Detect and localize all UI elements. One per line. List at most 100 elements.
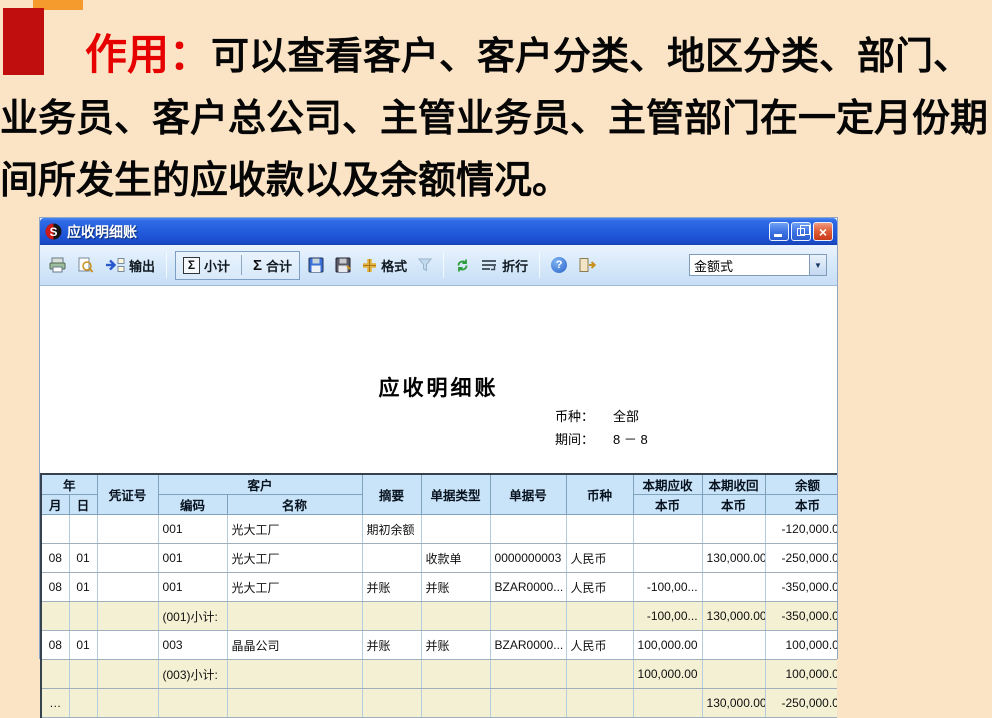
- cell-voucher-no[interactable]: [97, 660, 158, 689]
- table-row[interactable]: 001 光大工厂 期初余额 -120,000.00: [41, 515, 837, 544]
- cell-balance[interactable]: 100,000.00: [765, 631, 837, 660]
- cell-name[interactable]: 光大工厂: [227, 573, 362, 602]
- cell-name[interactable]: 光大工厂: [227, 515, 362, 544]
- cell-code[interactable]: (003)小计:: [158, 660, 227, 689]
- cell-month[interactable]: [41, 660, 69, 689]
- cell-summary[interactable]: 并账: [362, 573, 421, 602]
- minimize-button[interactable]: [769, 222, 789, 241]
- cell-balance[interactable]: -250,000.00: [765, 689, 837, 718]
- cell-received[interactable]: [702, 573, 765, 602]
- cell-day[interactable]: [69, 660, 97, 689]
- cell-summary[interactable]: [362, 689, 421, 718]
- subtotal-button[interactable]: Σ 小计: [180, 254, 233, 277]
- close-button[interactable]: ×: [813, 222, 833, 241]
- view-mode-dropdown[interactable]: 金额式 ▼: [689, 254, 827, 276]
- format-button[interactable]: 格式: [359, 254, 410, 277]
- cell-month[interactable]: 08: [41, 631, 69, 660]
- print-preview-button[interactable]: [74, 255, 97, 275]
- cell-name[interactable]: [227, 602, 362, 631]
- output-button[interactable]: 输出: [102, 254, 158, 277]
- cell-currency[interactable]: [566, 602, 633, 631]
- dropdown-arrow-button[interactable]: ▼: [809, 255, 826, 275]
- cell-name[interactable]: 光大工厂: [227, 544, 362, 573]
- table-row[interactable]: 08 01 001 光大工厂 并账 并账 BZAR0000... 人民币 -10…: [41, 573, 837, 602]
- cell-doc-type[interactable]: 并账: [421, 631, 490, 660]
- cell-name[interactable]: 晶晶公司: [227, 631, 362, 660]
- cell-doc-type[interactable]: 并账: [421, 573, 490, 602]
- cell-day[interactable]: 01: [69, 631, 97, 660]
- cell-doc-no[interactable]: 0000000003: [490, 544, 566, 573]
- cell-receivable[interactable]: 100,000.00: [633, 631, 702, 660]
- cell-doc-type[interactable]: [421, 515, 490, 544]
- cell-summary[interactable]: [362, 544, 421, 573]
- cell-code[interactable]: 001: [158, 573, 227, 602]
- cell-voucher-no[interactable]: [97, 573, 158, 602]
- cell-summary[interactable]: [362, 660, 421, 689]
- cell-doc-type[interactable]: [421, 602, 490, 631]
- table-row[interactable]: 08 01 001 光大工厂 收款单 0000000003 人民币 130,00…: [41, 544, 837, 573]
- cell-doc-no[interactable]: [490, 689, 566, 718]
- cell-received[interactable]: 130,000.00: [702, 689, 765, 718]
- cell-received[interactable]: [702, 660, 765, 689]
- cell-day[interactable]: 01: [69, 573, 97, 602]
- filter-button[interactable]: [415, 256, 435, 274]
- cell-received[interactable]: 130,000.00: [702, 602, 765, 631]
- wrap-line-button[interactable]: 折行: [478, 254, 531, 277]
- cell-voucher-no[interactable]: [97, 631, 158, 660]
- refresh-button[interactable]: [452, 256, 473, 275]
- cell-receivable[interactable]: [633, 689, 702, 718]
- restore-button[interactable]: [791, 222, 811, 241]
- cell-doc-no[interactable]: [490, 602, 566, 631]
- cell-code[interactable]: 003: [158, 631, 227, 660]
- cell-voucher-no[interactable]: [97, 544, 158, 573]
- cell-receivable[interactable]: -100,00...: [633, 602, 702, 631]
- cell-code[interactable]: 001: [158, 544, 227, 573]
- cell-summary[interactable]: [362, 602, 421, 631]
- cell-day[interactable]: [69, 602, 97, 631]
- cell-month[interactable]: 08: [41, 573, 69, 602]
- table-row[interactable]: … 130,000.00 -250,000.00: [41, 689, 837, 718]
- total-button[interactable]: Σ 合计: [250, 254, 295, 277]
- cell-voucher-no[interactable]: [97, 689, 158, 718]
- save-button[interactable]: [305, 255, 327, 275]
- cell-received[interactable]: [702, 631, 765, 660]
- cell-summary[interactable]: 并账: [362, 631, 421, 660]
- cell-currency[interactable]: [566, 515, 633, 544]
- table-row[interactable]: (001)小计: -100,00... 130,000.00 -350,000.…: [41, 602, 837, 631]
- cell-balance[interactable]: -250,000.00: [765, 544, 837, 573]
- cell-currency[interactable]: [566, 660, 633, 689]
- exit-button[interactable]: [575, 255, 600, 275]
- save-format-button[interactable]: [332, 255, 354, 275]
- cell-doc-no[interactable]: [490, 660, 566, 689]
- table-row[interactable]: 08 01 003 晶晶公司 并账 并账 BZAR0000... 人民币 100…: [41, 631, 837, 660]
- cell-balance[interactable]: -120,000.00: [765, 515, 837, 544]
- print-button[interactable]: [46, 255, 69, 275]
- cell-currency[interactable]: 人民币: [566, 631, 633, 660]
- cell-currency[interactable]: 人民币: [566, 573, 633, 602]
- cell-voucher-no[interactable]: [97, 602, 158, 631]
- cell-receivable[interactable]: -100,00...: [633, 573, 702, 602]
- cell-currency[interactable]: [566, 689, 633, 718]
- cell-doc-no[interactable]: BZAR0000...: [490, 631, 566, 660]
- cell-balance[interactable]: 100,000.00: [765, 660, 837, 689]
- cell-doc-no[interactable]: BZAR0000...: [490, 573, 566, 602]
- cell-balance[interactable]: -350,000.00: [765, 602, 837, 631]
- cell-month[interactable]: …: [41, 689, 69, 718]
- cell-name[interactable]: [227, 660, 362, 689]
- cell-code[interactable]: (001)小计:: [158, 602, 227, 631]
- cell-doc-no[interactable]: [490, 515, 566, 544]
- cell-received[interactable]: [702, 515, 765, 544]
- cell-day[interactable]: 01: [69, 544, 97, 573]
- cell-receivable[interactable]: [633, 544, 702, 573]
- cell-currency[interactable]: 人民币: [566, 544, 633, 573]
- help-button[interactable]: ?: [548, 255, 570, 275]
- cell-code[interactable]: [158, 689, 227, 718]
- cell-voucher-no[interactable]: [97, 515, 158, 544]
- cell-month[interactable]: [41, 602, 69, 631]
- table-row[interactable]: (003)小计: 100,000.00 100,000.00: [41, 660, 837, 689]
- cell-day[interactable]: [69, 689, 97, 718]
- cell-code[interactable]: 001: [158, 515, 227, 544]
- cell-balance[interactable]: -350,000.00: [765, 573, 837, 602]
- cell-summary[interactable]: 期初余额: [362, 515, 421, 544]
- cell-month[interactable]: [41, 515, 69, 544]
